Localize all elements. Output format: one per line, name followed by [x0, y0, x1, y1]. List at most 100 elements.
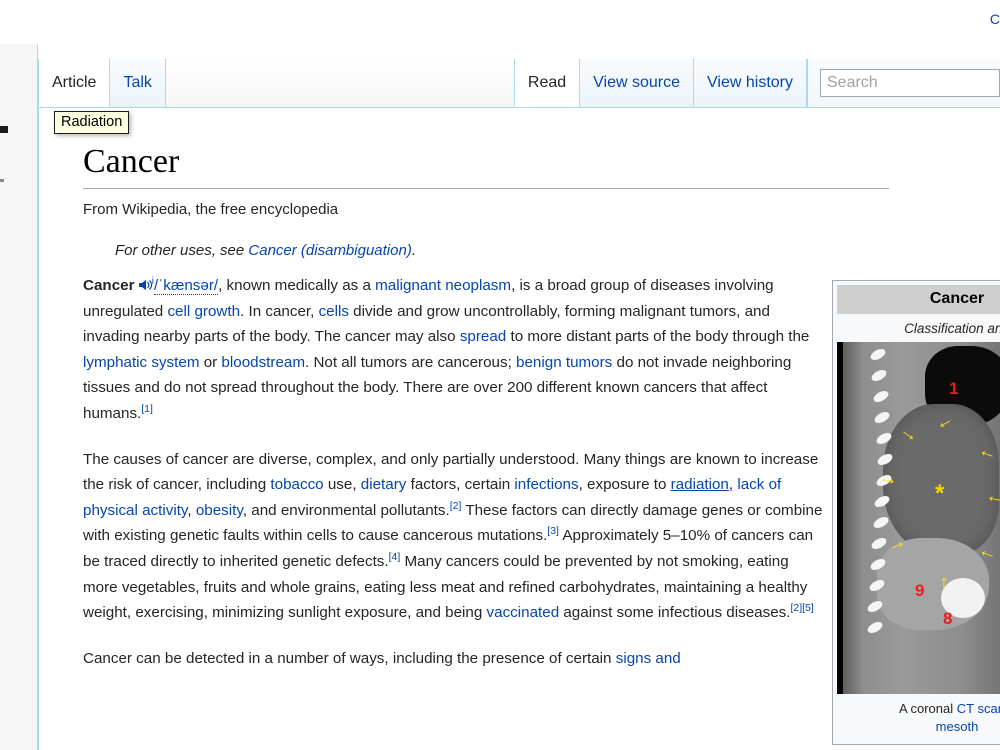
tab-talk[interactable]: Talk: [110, 59, 166, 107]
ct-rib: [866, 598, 885, 615]
tab-view-source-label: View source: [593, 74, 681, 91]
infobox: Cancer Classification and → → → → → → → → 1 * 9 8 A…: [832, 280, 1000, 745]
reference-2-5[interactable]: [2][5]: [790, 602, 813, 614]
hatnote-prefix: For other uses, see: [115, 242, 249, 260]
ct-rib: [868, 556, 888, 573]
sidebar-marker-secondary: [0, 179, 4, 182]
sidebar-rail: [0, 44, 38, 750]
ct-arrow-marker: →: [983, 489, 1000, 514]
ct-rib: [868, 346, 888, 363]
p2-t2: use,: [323, 476, 361, 494]
link-tobacco[interactable]: tobacco: [270, 476, 323, 493]
sidebar-marker-primary: [0, 126, 8, 133]
reference-1[interactable]: [1]: [141, 403, 153, 415]
link-mesothelioma[interactable]: mesoth: [936, 719, 979, 734]
ct-rib: [875, 451, 895, 468]
link-tooltip-text: Radiation: [61, 114, 123, 130]
p3-t1: Cancer can be detected in a number of wa…: [83, 649, 616, 667]
page-title: Cancer: [83, 142, 889, 190]
tab-article[interactable]: Article: [38, 59, 111, 107]
reference-4-link[interactable]: [4]: [389, 551, 401, 563]
action-tabs: Read View source View history: [513, 59, 1000, 107]
tab-talk-label: Talk: [123, 74, 152, 91]
link-vaccinated[interactable]: vaccinated: [487, 604, 560, 621]
tab-read[interactable]: Read: [513, 59, 581, 107]
p2-t3: factors, certain: [406, 476, 515, 494]
hatnote: For other uses, see Cancer (disambiguati…: [115, 242, 1000, 259]
ct-rib: [874, 430, 893, 447]
ct-rib: [867, 577, 886, 594]
hatnote-link-disambiguation[interactable]: Cancer (disambiguation): [248, 242, 411, 259]
link-dietary[interactable]: dietary: [361, 476, 407, 493]
link-radiation[interactable]: radiation: [671, 476, 729, 493]
search-input[interactable]: [820, 69, 1000, 97]
link-cell-growth[interactable]: cell growth: [167, 303, 240, 320]
causes-paragraph: The causes of cancer are diverse, comple…: [83, 447, 823, 626]
link-signs-and-symptoms[interactable]: signs and: [616, 650, 681, 667]
p2-t11: against some infectious diseases.: [559, 604, 791, 622]
p2-t6: ,: [187, 501, 196, 519]
ct-rib: [870, 367, 889, 384]
link-tooltip: Radiation: [54, 111, 130, 134]
tab-read-label: Read: [527, 74, 567, 91]
link-lymphatic-system[interactable]: lymphatic system: [83, 354, 199, 371]
infobox-title: Cancer: [837, 285, 1000, 314]
link-bloodstream[interactable]: bloodstream: [221, 354, 305, 371]
link-obesity[interactable]: obesity: [196, 502, 243, 519]
ct-rib: [873, 409, 892, 426]
tab-view-source[interactable]: View source: [580, 59, 695, 107]
caption-prefix: A coronal: [898, 701, 957, 716]
detection-paragraph: Cancer can be detected in a number of wa…: [83, 646, 823, 672]
ct-rib: [865, 619, 885, 636]
ct-annotation-star: *: [935, 480, 945, 507]
ct-rib: [873, 493, 892, 510]
personal-link-truncated[interactable]: C: [990, 11, 1000, 27]
link-spread[interactable]: spread: [460, 328, 506, 345]
search-container: [807, 59, 1000, 107]
lead-t6: or: [199, 353, 222, 371]
reference-3[interactable]: [3]: [547, 525, 559, 537]
ct-arrow-marker: →: [877, 466, 900, 491]
personal-bar: C: [0, 0, 1000, 44]
tab-view-history[interactable]: View history: [694, 59, 807, 107]
ct-scan-image[interactable]: → → → → → → → → 1 * 9 8: [837, 342, 1000, 694]
ct-annotation-1: 1: [949, 379, 959, 398]
reference-2[interactable]: [2]: [450, 500, 462, 512]
reference-2-5-link[interactable]: [2][5]: [790, 602, 813, 614]
link-malignant-neoplasm[interactable]: malignant neoplasm: [375, 277, 511, 294]
reference-2-link[interactable]: [2]: [450, 500, 462, 512]
p2-t4: , exposure to: [578, 476, 671, 494]
ct-rib: [871, 388, 890, 405]
wikipedia-page: C Article Talk Read View source View his…: [0, 0, 1000, 750]
lead-paragraph: Cancer i/ˈkænsər/, known medically as a …: [83, 273, 823, 427]
ct-rib: [871, 514, 890, 531]
personal-links[interactable]: C: [990, 11, 1000, 27]
lead-t5: to more distant parts of the body throug…: [506, 328, 810, 346]
hatnote-suffix: .: [411, 242, 416, 260]
link-ct-scan[interactable]: CT scan: [957, 701, 1000, 716]
link-infections[interactable]: infections: [514, 476, 578, 493]
ct-arrow-marker: →: [931, 574, 952, 593]
infobox-subtitle: Classification and: [904, 321, 1000, 336]
link-benign-tumors[interactable]: benign tumors: [516, 354, 612, 371]
ct-ribs: [865, 346, 901, 650]
ct-annotation-9: 9: [915, 581, 925, 600]
lead-term: Cancer: [83, 277, 135, 295]
infobox-caption: A coronal CT scan smesoth: [837, 694, 1000, 740]
ipa-pronunciation[interactable]: /ˈkænsər/: [153, 277, 219, 296]
tab-view-history-label: View history: [707, 74, 793, 91]
lead-t3: . In cancer,: [240, 302, 319, 320]
reference-3-link[interactable]: [3]: [547, 525, 559, 537]
namespace-tabs: Article Talk: [38, 59, 166, 107]
reference-1-link[interactable]: [1]: [141, 403, 153, 415]
site-subtitle: From Wikipedia, the free encyclopedia: [83, 201, 339, 219]
link-cells[interactable]: cells: [319, 303, 349, 320]
tab-bar: Article Talk Read View source View histo…: [38, 59, 1000, 108]
ct-annotation-8: 8: [943, 609, 953, 628]
lead-t1: , known medically as a: [218, 277, 376, 295]
reference-4[interactable]: [4]: [389, 551, 401, 563]
lead-t7: . Not all tumors are cancerous;: [305, 353, 517, 371]
p2-t7: , and environmental pollutants.: [242, 501, 450, 519]
tab-article-label: Article: [52, 74, 97, 91]
speaker-icon[interactable]: [138, 274, 152, 291]
